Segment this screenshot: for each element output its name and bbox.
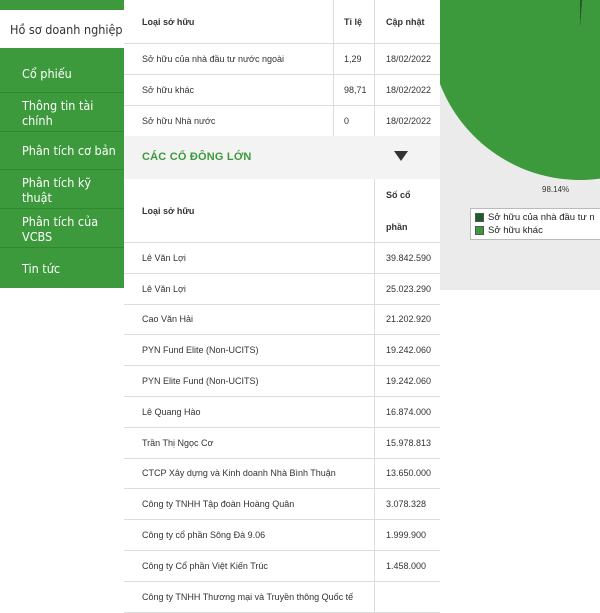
sidebar-item-news[interactable]: Tin tức [0,249,124,287]
table-row: Lê Quang Hào 16.874.000 [124,397,440,428]
table-row: CTCP Xây dựng và Kinh doanh Nhà Bình Thu… [124,458,440,490]
shares-cell: 19.242.060 [386,376,432,387]
shareholders-header-row: Loại sở hữu Số cổ phần [124,179,440,243]
table-row: Lê Văn Lợi 25.023.290 [124,273,440,305]
table-row: PYN Elite Fund (Non-UCITS) 19.242.060 [124,366,440,397]
header-ownership-type: Loại sở hữu [142,206,195,216]
major-shareholders-section-header[interactable]: CÁC CỔ ĐÔNG LỚN [124,136,440,179]
shareholder-name-cell: Lê Quang Hào [142,406,201,417]
shareholder-name-cell: Lê Văn Lợi [142,252,186,263]
shareholder-name-cell: Công ty TNHH Thương mại và Truyền thông … [142,591,354,602]
shareholder-name-cell: CTCP Xây dựng và Kinh doanh Nhà Bình Thu… [142,468,336,479]
table-row: Công ty TNHH Tập đoàn Hoàng Quân 3.078.32… [124,489,440,521]
ownership-type-cell: Sở hữu của nhà đầu tư nước ngoài [142,54,284,64]
table-row: Trần Thị Ngọc Cơ 15.978.813 [124,427,440,459]
legend-item[interactable]: Sở hữu của nhà đầu tư n [475,211,600,224]
sidebar-item-financial-info[interactable]: Thông tin tài chính [0,94,124,132]
shareholder-name-cell: Trần Thị Ngọc Cơ [142,437,214,448]
updated-cell: 18/02/2022 [386,54,432,64]
main-content: Loại sở hữu Tỉ lệ Cập nhật Sở hữu của nh… [124,0,440,613]
shares-cell: 3.078.328 [386,499,427,510]
shareholder-name-cell: Công ty Cổ phần Việt Kiến Trúc [142,560,268,571]
legend-swatch-other [475,226,484,235]
table-row: Sở hữu Nhà nước 0 18/02/2022 [124,106,440,136]
shareholder-name-cell: Lê Văn Lợi [142,283,186,294]
pie-percent-label: 98.14% [542,185,570,194]
legend-label: Sở hữu khác [488,225,543,236]
sidebar-item-technical-analysis[interactable]: Phân tích kỹ thuật [0,171,124,209]
shareholder-name-cell: PYN Elite Fund (Non-UCITS) [142,376,259,387]
sidebar-item-fundamental-analysis[interactable]: Phân tích cơ bản [0,132,124,170]
shareholder-name-cell: Công ty cổ phần Sông Đà 9.06 [142,530,266,541]
table-row: Lê Văn Lợi 39.842.590 [124,243,440,274]
table-row: Công ty cổ phần Sông Đà 9.06 1.999.900 [124,520,440,551]
header-ownership-type: Loại sở hữu [142,16,195,27]
legend-swatch-foreign [475,213,484,222]
ownership-header-row: Loại sở hữu Tỉ lệ Cập nhật [124,0,440,44]
shares-cell: 39.842.590 [386,252,432,263]
sidebar-nav: Hồ sơ doanh nghiệp Cổ phiếu Thông tin tà… [0,0,124,288]
shareholder-name-cell: Cao Văn Hải [142,314,194,325]
table-row: PYN Fund Elite (Non-UCITS) 19.242.060 [124,335,440,367]
ownership-type-cell: Sở hữu khác [142,85,194,95]
shares-cell: 21.202.920 [386,314,432,325]
shares-cell: 1.999.900 [386,530,427,541]
legend-label: Sở hữu của nhà đầu tư n [488,212,595,223]
chart-panel: 98.14% Sở hữu của nhà đầu tư n Sở hữu kh… [440,0,600,290]
ratio-cell: 0 [344,116,350,126]
table-row: Sở hữu khác 98,71 18/02/2022 [124,75,440,106]
table-row: Công ty TNHH Thương mại và Truyền thông … [124,581,440,613]
ratio-cell: 1,29 [344,54,362,64]
shares-cell: 16.874.000 [386,406,432,417]
sidebar-item-vcbs-analysis[interactable]: Phân tích của VCBS [0,210,124,248]
table-row: Cao Văn Hải 21.202.920 [124,304,440,336]
header-shares-line2: phần [386,222,408,232]
table-row: Sở hữu của nhà đầu tư nước ngoài 1,29 18… [124,44,440,75]
shareholder-name-cell: Công ty TNHH Tập đoàn Hoàng Quân [142,499,295,510]
header-shares-line1: Số cổ [386,190,411,200]
shares-cell: 19.242.060 [386,345,432,356]
updated-cell: 18/02/2022 [386,116,432,126]
header-ratio: Tỉ lệ [344,16,363,27]
section-title: CÁC CỔ ĐÔNG LỚN [142,151,252,163]
updated-cell: 18/02/2022 [386,85,432,95]
pie-legend: Sở hữu của nhà đầu tư n Sở hữu khác [470,208,600,240]
table-row: Công ty Cổ phần Việt Kiến Trúc 1.458.000 [124,551,440,582]
shares-cell: 25.023.290 [386,283,432,294]
sidebar-item-company-profile[interactable]: Hồ sơ doanh nghiệp [0,10,124,48]
shares-cell: 15.978.813 [386,437,432,448]
ratio-cell: 98,71 [344,85,367,95]
shares-cell: 1.458.000 [386,560,427,571]
legend-item[interactable]: Sở hữu khác [475,224,600,237]
pie-slice-other [440,0,600,180]
sidebar-item-stock[interactable]: Cổ phiếu [0,55,124,93]
chevron-down-icon[interactable] [394,151,408,161]
header-updated: Cập nhật [386,16,425,27]
pie-chart [440,0,600,180]
shares-cell: 13.650.000 [386,468,432,479]
ownership-type-cell: Sở hữu Nhà nước [142,116,216,126]
shareholder-name-cell: PYN Fund Elite (Non-UCITS) [142,345,259,356]
